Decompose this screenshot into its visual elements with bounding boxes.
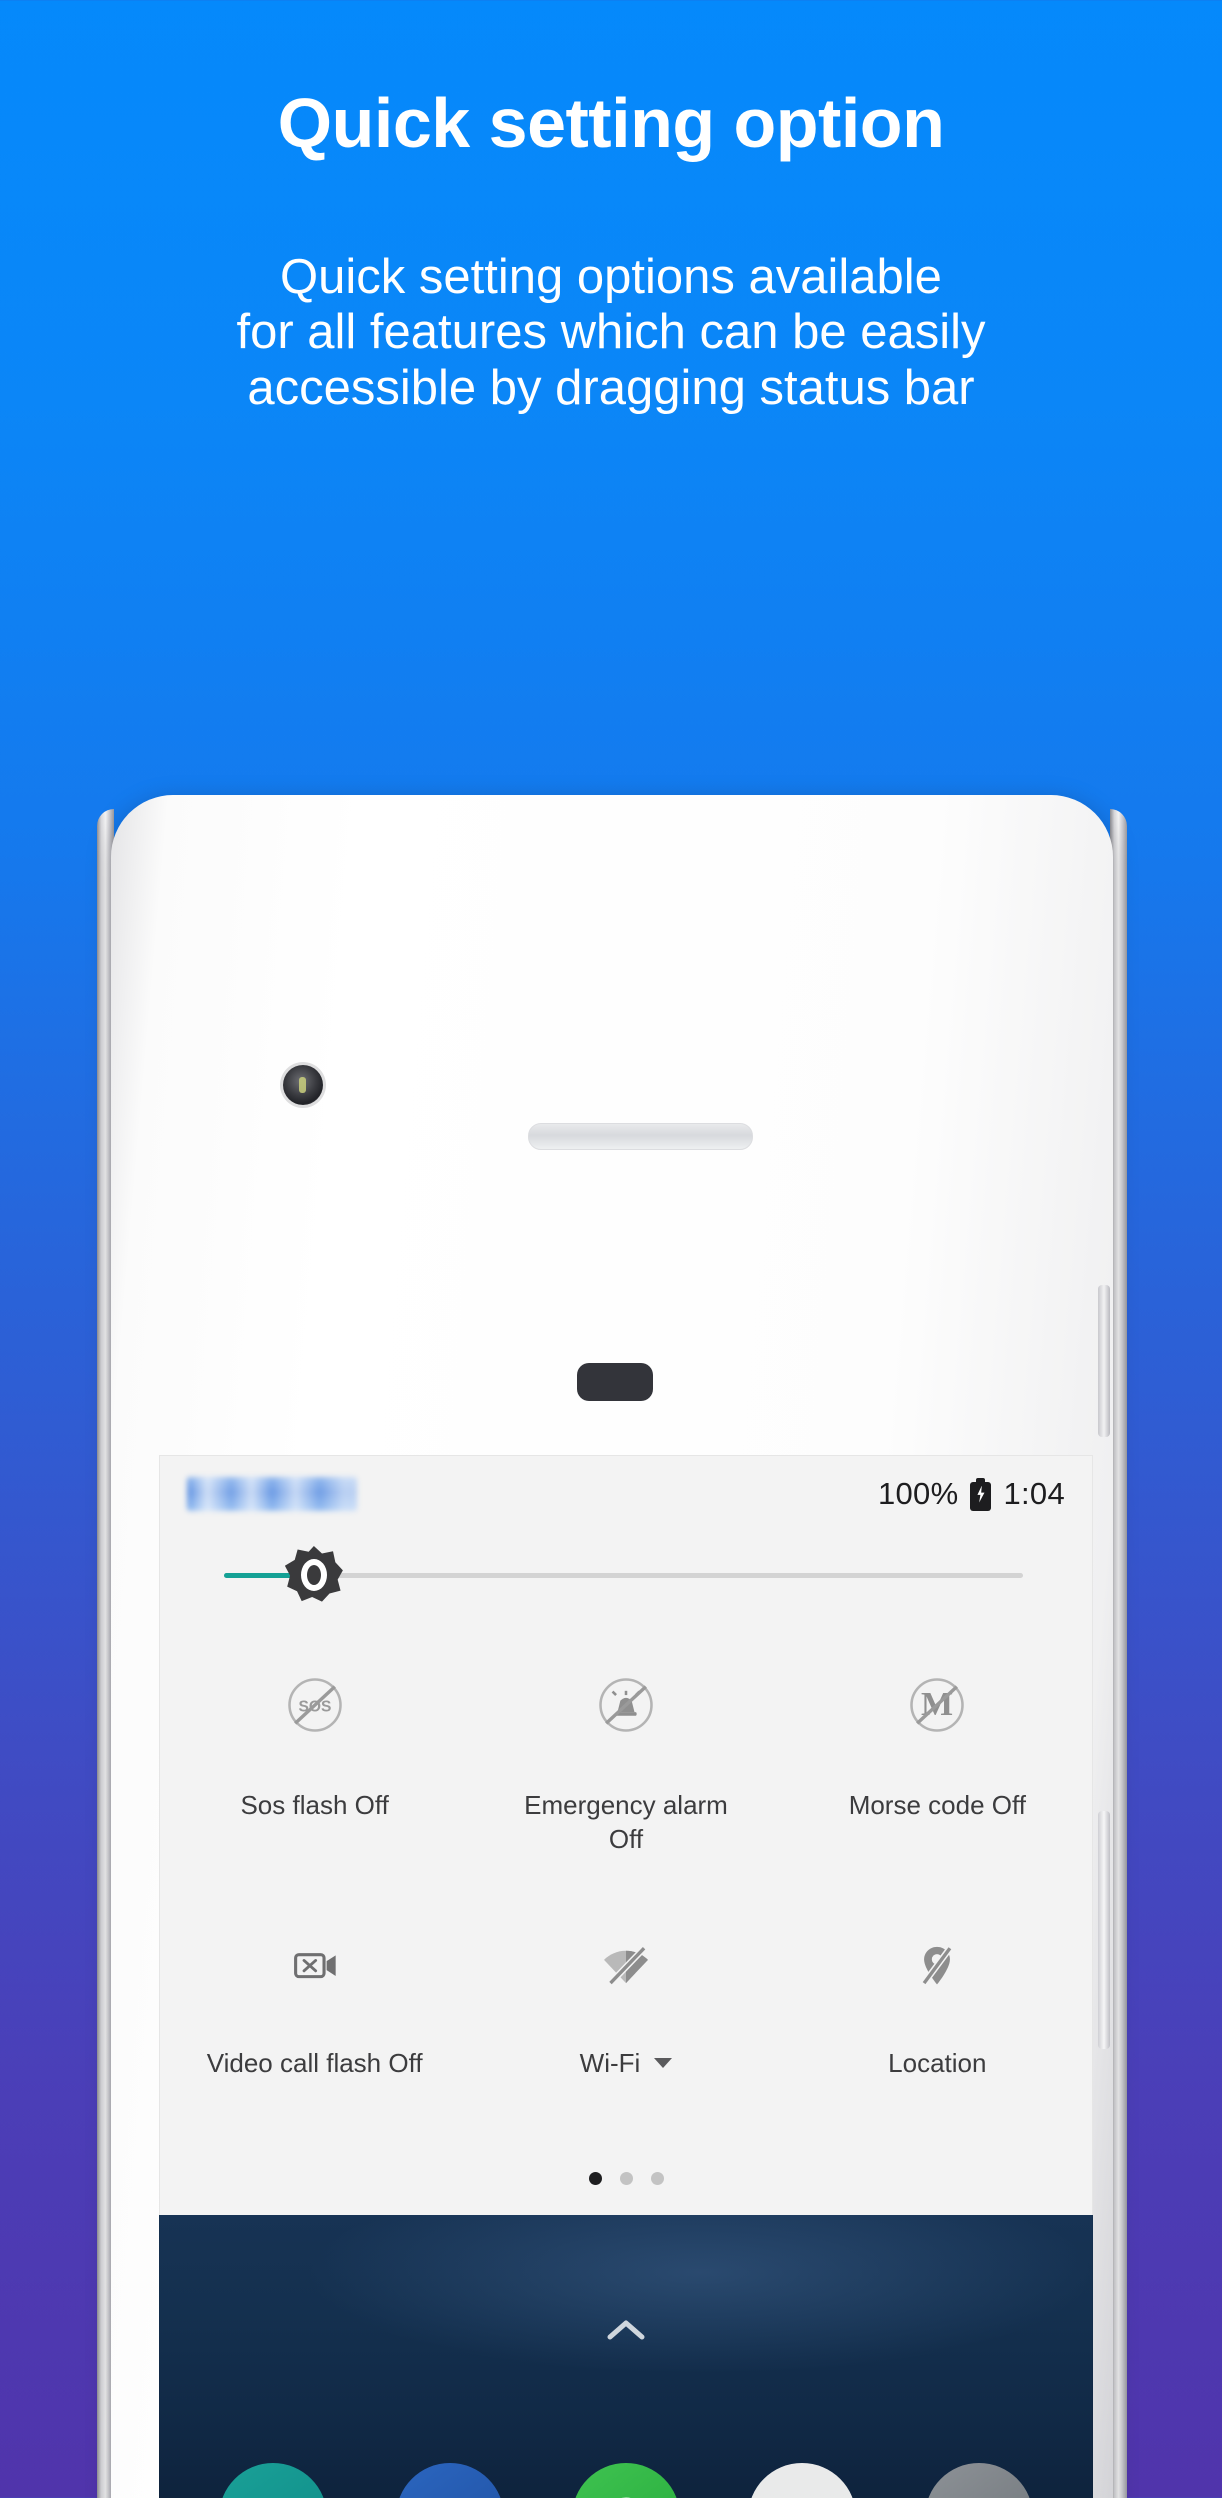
app-dock — [159, 2463, 1093, 2498]
tile-label: Location — [888, 2047, 987, 2078]
tile-label: Morse code Off — [848, 1790, 1026, 1820]
power-button[interactable] — [1098, 1285, 1110, 1437]
sos-flash-off-icon: SOS — [281, 1667, 349, 1743]
phone-mockup: 100% 1:04 Sos flash Off Emergency alarm … — [97, 795, 1127, 2498]
tile-wifi[interactable]: Wi-Fi — [470, 1915, 781, 2081]
phone-app-icon[interactable] — [219, 2463, 328, 2498]
carrier-name-obscured — [187, 1477, 357, 1511]
tile-label: Wi-Fi — [580, 2047, 673, 2081]
tile-label: Video call flash Off — [206, 2047, 423, 2078]
quick-settings-row-2: Video call flash Off Wi-Fi Location — [159, 1915, 1093, 2081]
page-indicator-dots — [159, 2172, 1093, 2186]
quick-settings-grid: SOS Sos flash Off — [159, 1619, 1093, 2080]
tile-emergency-alarm[interactable]: Emergency alarm Off — [470, 1655, 781, 1857]
chevron-down-icon[interactable] — [654, 2058, 673, 2069]
page-dot-3[interactable] — [650, 2172, 664, 2186]
tile-label: Emergency alarm Off — [524, 1790, 728, 1854]
brightness-slider[interactable] — [159, 1533, 1093, 1619]
tile-label: Sos flash Off — [240, 1790, 389, 1820]
brightness-sun-icon[interactable] — [284, 1546, 343, 1604]
messages-app-icon[interactable] — [395, 2463, 504, 2498]
promo-subtitle-line-2: for all features which can be easily — [236, 305, 986, 360]
front-camera-icon — [283, 1065, 323, 1105]
status-bar: 100% 1:04 — [159, 1455, 1093, 1533]
promo-subtitle-line-1: Quick setting options available — [280, 250, 942, 304]
wifi-label-text: Wi-Fi — [579, 2047, 641, 2078]
proximity-sensor-icon — [577, 1363, 653, 1401]
promo-header: Quick setting option Quick setting optio… — [0, 0, 1222, 416]
promo-subtitle-line-3: accessible by dragging status bar — [247, 360, 975, 415]
phone-body: 100% 1:04 Sos flash Off Emergency alarm … — [111, 795, 1113, 2498]
quick-settings-row-1: SOS Sos flash Off — [159, 1655, 1093, 1857]
whatsapp-app-icon[interactable] — [571, 2463, 680, 2498]
tile-morse-code[interactable]: M Morse code Off — [782, 1655, 1093, 1857]
status-bar-clock: 1:04 — [1003, 1476, 1065, 1511]
camera-app-icon[interactable] — [924, 2463, 1033, 2498]
emergency-alarm-off-icon — [592, 1667, 660, 1743]
phone-screen: 100% 1:04 Sos flash Off Emergency alarm … — [159, 1455, 1093, 2498]
promo-subtitle: Quick setting options available for all … — [0, 250, 1222, 416]
page-title: Quick setting option — [277, 84, 945, 162]
brightness-slider-track[interactable] — [224, 1546, 1023, 1602]
battery-charging-icon — [970, 1477, 992, 1511]
battery-percent-label: 100% — [877, 1476, 959, 1511]
home-screen-wallpaper — [159, 2215, 1093, 2498]
status-bar-right: 100% 1:04 — [878, 1476, 1065, 1512]
tile-sos-flash[interactable]: SOS Sos flash Off — [159, 1655, 470, 1857]
volume-button[interactable] — [1098, 1811, 1110, 2049]
page-dot-1[interactable] — [588, 2172, 602, 2186]
location-off-icon — [906, 1927, 968, 2003]
page-dot-2[interactable] — [619, 2172, 633, 2186]
youtube-app-icon[interactable] — [748, 2463, 857, 2498]
video-call-flash-off-icon — [284, 1927, 346, 2003]
app-drawer-chevron-up-icon[interactable] — [603, 2315, 649, 2350]
tile-location[interactable]: Location — [782, 1915, 1093, 2081]
morse-code-off-icon: M — [903, 1667, 971, 1743]
earpiece-speaker-icon — [528, 1123, 753, 1150]
tile-video-call-flash[interactable]: Video call flash Off — [159, 1915, 470, 2081]
wifi-off-icon — [595, 1927, 657, 2003]
